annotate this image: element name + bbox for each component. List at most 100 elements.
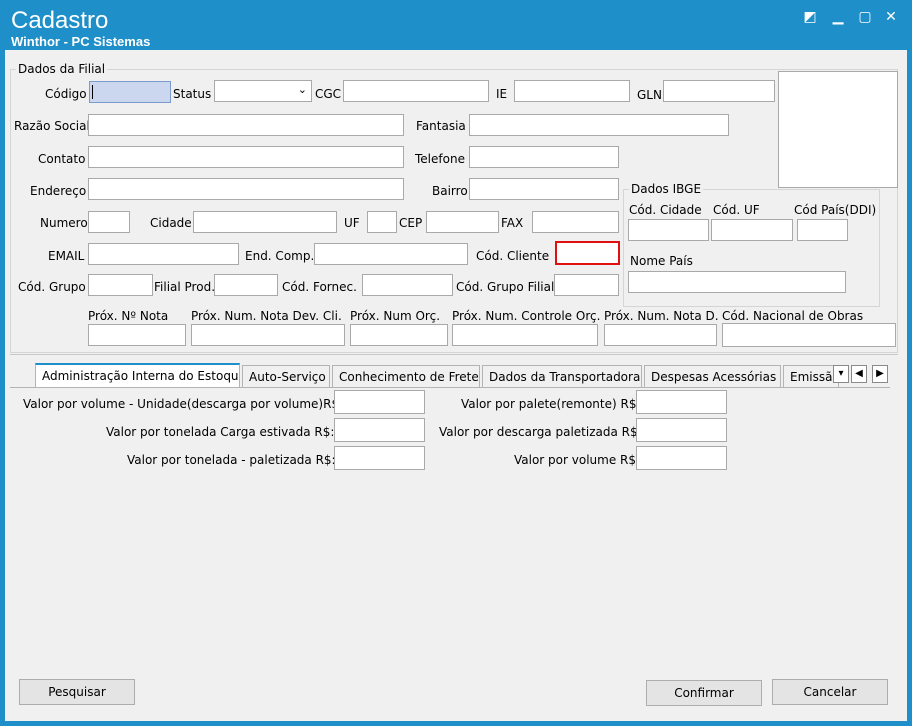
cod-uf-input[interactable] <box>711 219 793 241</box>
cod-cliente-input[interactable] <box>555 241 620 265</box>
window-subtitle: Winthor - PC Sistemas <box>11 34 151 49</box>
cadastro-window: Cadastro Winthor - PC Sistemas ◩ ▁ ▢ ✕ D… <box>0 0 912 726</box>
cod-pais-label: Cód País(DDI) <box>794 203 877 217</box>
filial-prod-label: Filial Prod. <box>154 280 216 294</box>
chevron-down-icon: ⌄ <box>297 83 307 96</box>
contato-label: Contato <box>38 152 86 166</box>
codigo-input[interactable] <box>89 81 171 103</box>
valor-palete-label: Valor por palete(remonte) R$: <box>461 397 641 411</box>
razao-social-input[interactable] <box>88 114 404 136</box>
prox-controle-orc-label: Próx. Num. Controle Orç. <box>452 309 601 323</box>
valor-descarga-paletizada-input[interactable] <box>636 418 727 442</box>
uf-input[interactable] <box>367 211 397 233</box>
endereco-label: Endereço <box>30 184 87 198</box>
cgc-label: CGC <box>315 87 342 101</box>
cod-grupo-filial-label: Cód. Grupo Filial <box>456 280 555 294</box>
cod-cliente-label: Cód. Cliente <box>476 249 550 263</box>
tab-emissao[interactable]: Emissã <box>783 365 839 387</box>
nome-pais-label: Nome País <box>630 254 693 268</box>
valor-volume-input[interactable] <box>636 446 727 470</box>
valor-tonelada-paletizada-label: Valor por tonelada - paletizada R$: <box>127 453 336 467</box>
tab-strip-border <box>10 387 890 388</box>
minimize-icon[interactable]: ▁ <box>830 9 846 25</box>
contato-input[interactable] <box>88 146 404 168</box>
valor-volume-unidade-label: Valor por volume - Unidade(descarga por … <box>23 397 344 411</box>
email-label: EMAIL <box>48 249 85 263</box>
valor-tonelada-paletizada-input[interactable] <box>334 446 425 470</box>
endereco-input[interactable] <box>88 178 404 200</box>
fax-input[interactable] <box>532 211 619 233</box>
cgc-input[interactable] <box>343 80 489 102</box>
tab-scroll-right-icon[interactable]: ▶ <box>872 365 888 383</box>
valor-palete-input[interactable] <box>636 390 727 414</box>
confirmar-button[interactable]: Confirmar <box>646 680 762 706</box>
valor-volume-unidade-input[interactable] <box>334 390 425 414</box>
telefone-label: Telefone <box>415 152 465 166</box>
email-input[interactable] <box>88 243 239 265</box>
cod-pais-input[interactable] <box>797 219 848 241</box>
title-bar: Cadastro Winthor - PC Sistemas ◩ ▁ ▢ ✕ <box>0 0 912 50</box>
bairro-label: Bairro <box>432 184 468 198</box>
cidade-input[interactable] <box>193 211 337 233</box>
valor-tonelada-carga-label: Valor por tonelada Carga estivada R$: <box>106 425 335 439</box>
prox-controle-orc-input[interactable] <box>452 324 598 346</box>
fantasia-input[interactable] <box>469 114 729 136</box>
tab-administracao-estoque[interactable]: Administração Interna do Estoque <box>35 363 240 388</box>
status-select[interactable]: ⌄ <box>214 80 312 102</box>
prox-orc-input[interactable] <box>350 324 448 346</box>
nome-pais-input[interactable] <box>628 271 846 293</box>
status-label: Status <box>173 87 212 101</box>
restore-icon[interactable]: ◩ <box>802 9 818 25</box>
cod-fornec-input[interactable] <box>362 274 453 296</box>
text-caret <box>92 85 93 99</box>
bairro-input[interactable] <box>469 178 619 200</box>
tab-dropdown-icon[interactable]: ▾ <box>833 365 849 383</box>
cod-grupo-filial-input[interactable] <box>554 274 619 296</box>
prox-nota-label: Próx. Nº Nota <box>88 309 169 323</box>
gln-input[interactable] <box>663 80 775 102</box>
numero-label: Numero <box>40 216 88 230</box>
fantasia-label: Fantasia <box>416 119 466 133</box>
logo-image-box[interactable] <box>778 71 898 188</box>
tab-dados-transportadora[interactable]: Dados da Transportadora <box>482 365 642 387</box>
maximize-icon[interactable]: ▢ <box>857 9 873 25</box>
pesquisar-button[interactable]: Pesquisar <box>19 679 135 705</box>
cod-cidade-input[interactable] <box>628 219 709 241</box>
ie-input[interactable] <box>514 80 630 102</box>
cod-cidade-label: Cód. Cidade <box>629 203 702 217</box>
prox-nota-dev-input[interactable] <box>191 324 345 346</box>
cod-fornec-label: Cód. Fornec. <box>282 280 357 294</box>
valor-descarga-paletizada-label: Valor por descarga paletizada R$: <box>439 425 642 439</box>
valor-tonelada-carga-input[interactable] <box>334 418 425 442</box>
prox-nota-dev-label: Próx. Num. Nota Dev. Cli. <box>191 309 342 323</box>
tab-despesas-acessorias[interactable]: Despesas Acessórias <box>644 365 781 387</box>
cod-obras-input[interactable] <box>722 323 896 347</box>
form-area: Dados da Filial Código Status ⌄ CGC IE G… <box>5 50 907 721</box>
prox-nota-d-label: Próx. Num. Nota D. <box>604 309 719 323</box>
cep-input[interactable] <box>426 211 499 233</box>
codigo-label: Código <box>45 87 87 101</box>
valor-volume-label: Valor por volume R$: <box>514 453 641 467</box>
prox-nota-input[interactable] <box>88 324 186 346</box>
cod-grupo-input[interactable] <box>88 274 153 296</box>
gln-label: GLN <box>637 88 662 102</box>
tab-auto-servico[interactable]: Auto-Serviço <box>242 365 330 387</box>
prox-orc-label: Próx. Num Orç. <box>350 309 441 323</box>
end-comp-input[interactable] <box>314 243 468 265</box>
razao-social-label: Razão Social <box>14 119 90 133</box>
ie-label: IE <box>496 87 508 101</box>
close-icon[interactable]: ✕ <box>883 9 899 25</box>
cidade-label: Cidade <box>150 216 192 230</box>
numero-input[interactable] <box>88 211 130 233</box>
filial-prod-input[interactable] <box>214 274 278 296</box>
prox-nota-d-input[interactable] <box>604 324 717 346</box>
telefone-input[interactable] <box>469 146 619 168</box>
tab-scroll-left-icon[interactable]: ◀ <box>851 365 867 383</box>
tab-conhecimento-frete[interactable]: Conhecimento de Frete <box>332 365 480 387</box>
ibge-group-title: Dados IBGE <box>629 182 704 196</box>
cancelar-button[interactable]: Cancelar <box>772 679 888 705</box>
window-title: Cadastro <box>11 7 109 34</box>
filial-group-title: Dados da Filial <box>16 62 108 76</box>
divider <box>10 354 898 355</box>
cod-grupo-label: Cód. Grupo <box>18 280 86 294</box>
